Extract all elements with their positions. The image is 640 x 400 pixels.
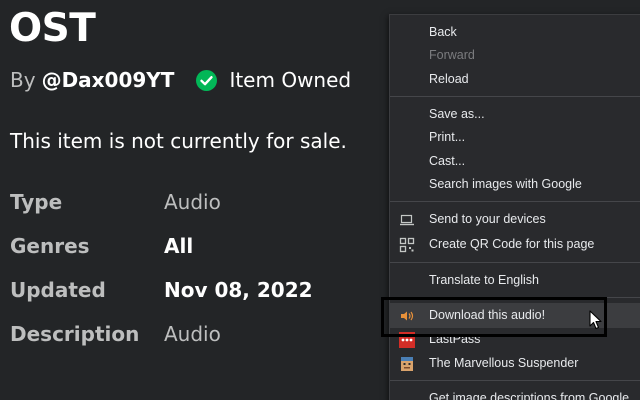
item-owned-label: Item Owned	[229, 68, 352, 92]
detail-value[interactable]: All	[164, 234, 193, 258]
detail-key: Type	[10, 190, 63, 214]
detail-row-genres: Genres All	[10, 234, 390, 278]
laptop-icon	[399, 212, 415, 228]
item-details: Type Audio Genres All Updated Nov 08, 20…	[10, 190, 390, 366]
sale-status-text: This item is not currently for sale.	[10, 129, 347, 153]
menu-item-send-to-devices[interactable]: Send to your devices	[390, 208, 640, 231]
menu-item-print[interactable]: Print...	[390, 126, 640, 149]
menu-item-forward[interactable]: Forward	[390, 44, 640, 67]
menu-item-reload[interactable]: Reload	[390, 68, 640, 91]
menu-item-label: Create QR Code for this page	[429, 237, 595, 251]
detail-row-description: Description Audio	[10, 322, 390, 366]
check-circle-icon	[196, 69, 218, 91]
detail-key: Updated	[10, 278, 106, 302]
item-byline: By @Dax009YT Item Owned	[10, 68, 351, 92]
detail-key: Genres	[10, 234, 90, 258]
by-prefix: By	[10, 68, 36, 92]
menu-item-label: Send to your devices	[429, 212, 546, 226]
menu-item-marvellous-suspender[interactable]: The Marvellous Suspender	[390, 352, 640, 375]
creator-link[interactable]: @Dax009YT	[42, 68, 175, 92]
mouse-cursor-icon	[589, 310, 603, 334]
menu-separator	[390, 262, 640, 263]
menu-item-image-descriptions[interactable]: Get image descriptions from Google	[390, 387, 640, 400]
detail-value: Audio	[164, 190, 221, 214]
annotation-highlight-box	[381, 297, 607, 337]
detail-value: Audio	[164, 322, 221, 346]
browser-context-menu: Back Forward Reload Save as... Print... …	[389, 14, 640, 400]
item-title: OST	[9, 6, 96, 51]
detail-value: Nov 08, 2022	[164, 278, 313, 302]
menu-separator	[390, 96, 640, 97]
menu-item-back[interactable]: Back	[390, 21, 640, 44]
menu-item-label: The Marvellous Suspender	[429, 356, 579, 370]
roblox-item-page: OST By @Dax009YT Item Owned This item is…	[0, 0, 640, 400]
menu-separator	[390, 201, 640, 202]
menu-item-save-as[interactable]: Save as...	[390, 103, 640, 126]
qr-code-icon	[399, 237, 415, 253]
menu-item-search-images[interactable]: Search images with Google	[390, 173, 640, 196]
detail-row-type: Type Audio	[10, 190, 390, 234]
menu-separator	[390, 380, 640, 381]
suspender-icon	[399, 356, 415, 372]
detail-key: Description	[10, 322, 140, 346]
detail-row-updated: Updated Nov 08, 2022	[10, 278, 390, 322]
menu-item-create-qr-code[interactable]: Create QR Code for this page	[390, 233, 640, 256]
menu-item-cast[interactable]: Cast...	[390, 150, 640, 173]
menu-item-translate[interactable]: Translate to English	[390, 269, 640, 292]
